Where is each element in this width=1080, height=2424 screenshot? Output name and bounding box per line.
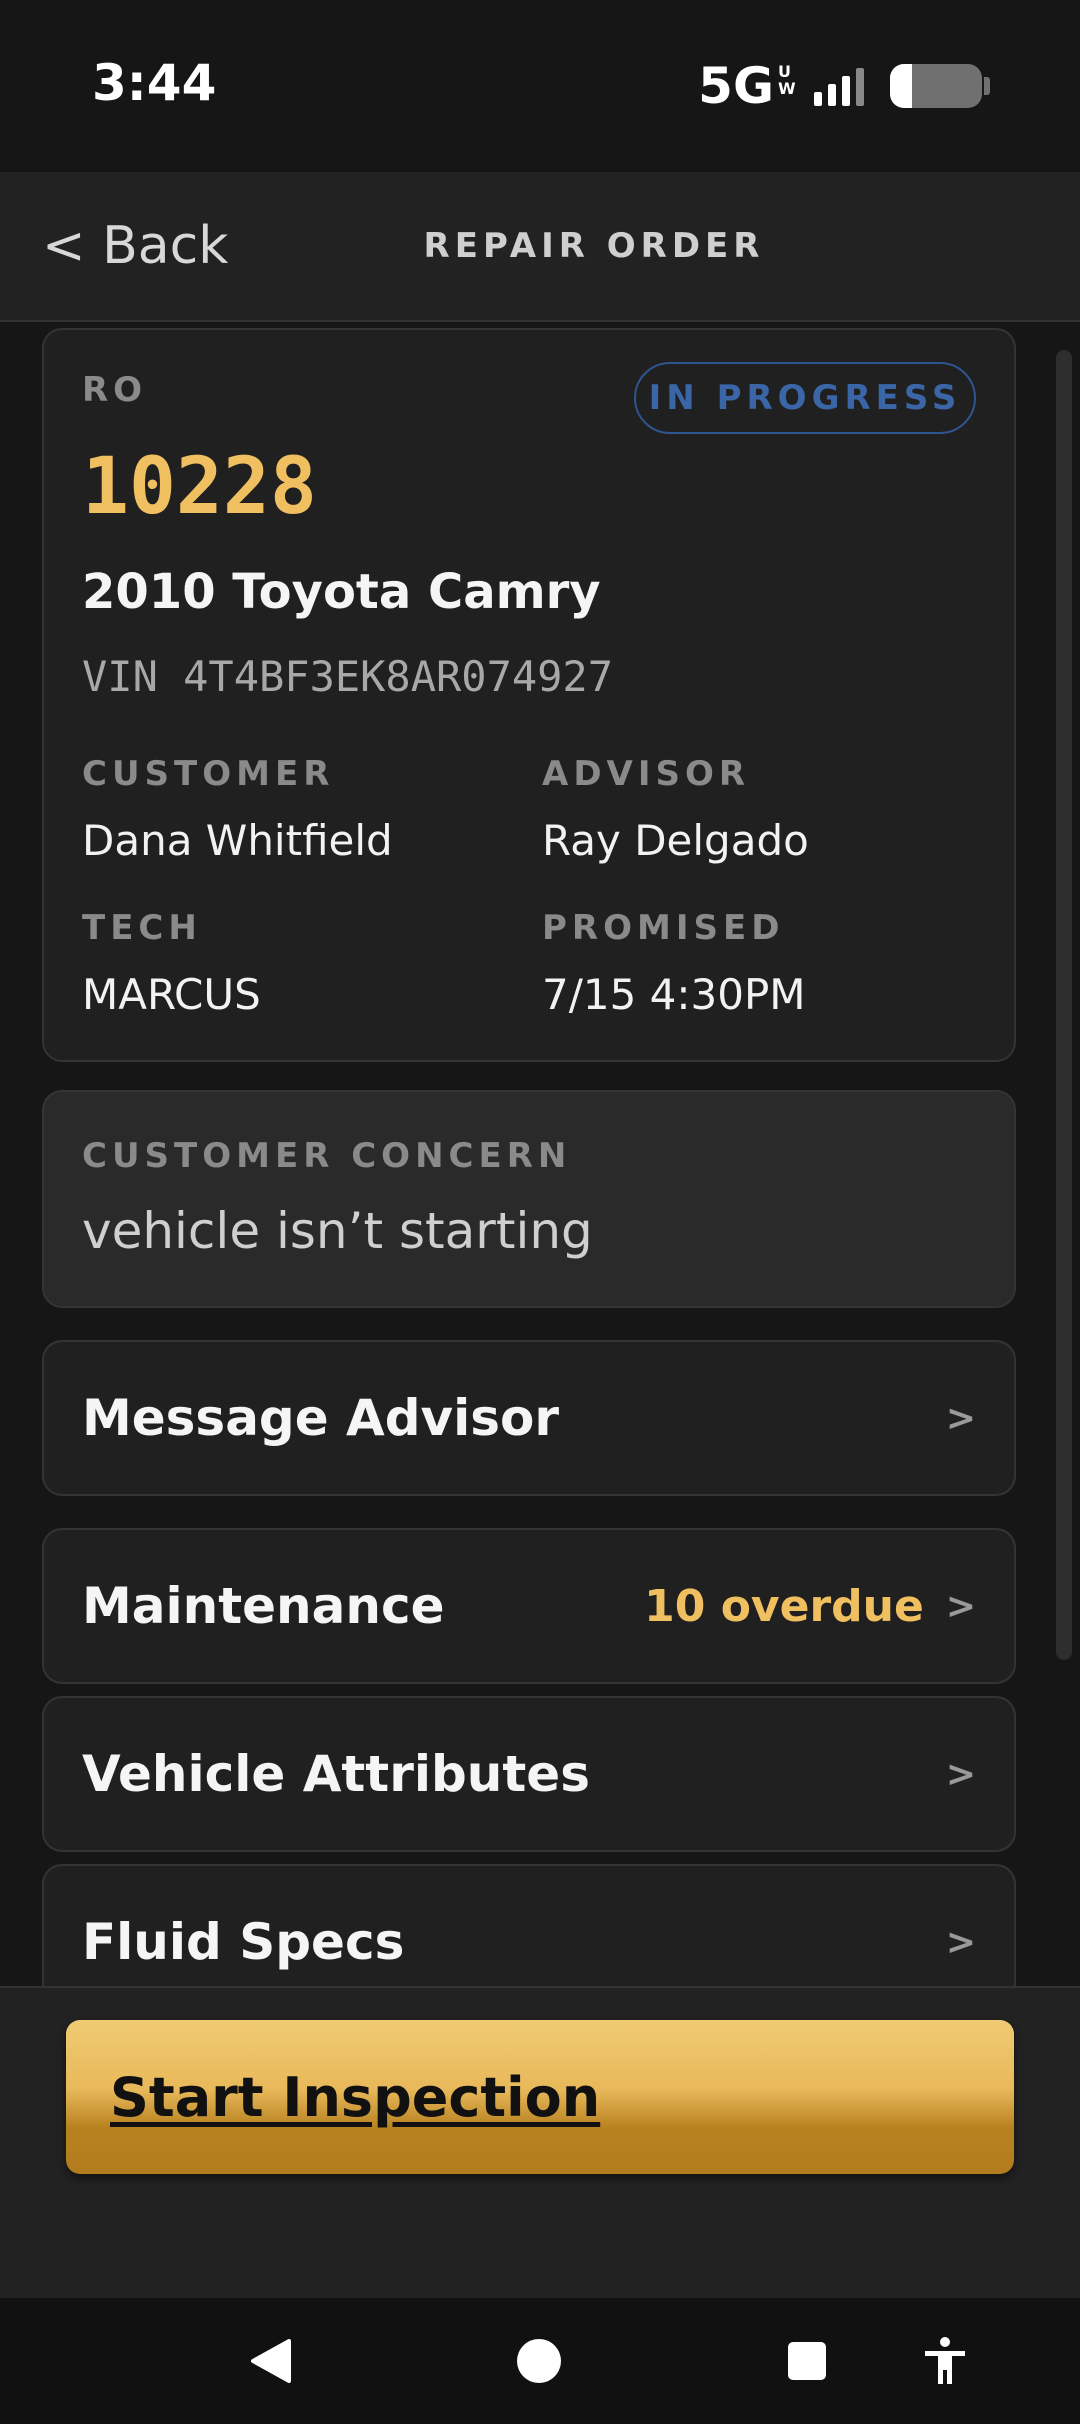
status-icons: 5G UW <box>698 57 990 115</box>
start-inspection-label: Start Inspection <box>110 2065 601 2129</box>
promised-field: PROMISED 7/15 4:30PM <box>542 908 806 1019</box>
chevron-right-icon: > <box>945 1397 976 1439</box>
status-bar: 3:44 5G UW <box>0 0 1080 172</box>
network-indicator: 5G UW <box>698 57 796 115</box>
customer-concern-card: CUSTOMER CONCERN vehicle isn’t starting <box>42 1090 1016 1308</box>
overdue-count: 10 overdue <box>644 1580 924 1632</box>
signal-icon <box>814 66 864 106</box>
message-advisor-row[interactable]: Message Advisor > <box>42 1340 1016 1496</box>
chevron-right-icon: > <box>945 1921 976 1963</box>
triangle-back-icon[interactable] <box>238 2328 304 2394</box>
circle-home-icon[interactable] <box>506 2328 572 2394</box>
ro-number: 10228 <box>82 442 317 532</box>
bottom-action-panel: Start Inspection <box>0 1986 1080 2298</box>
customer-label: CUSTOMER <box>82 754 335 794</box>
customer-field: CUSTOMER Dana Whitfield <box>82 754 393 865</box>
fluid-specs-row[interactable]: Fluid Specs > <box>42 1864 1016 1986</box>
customer-value: Dana Whitfield <box>82 816 393 865</box>
advisor-value: Ray Delgado <box>542 816 809 865</box>
content-scroll[interactable]: RO IN PROGRESS 10228 2010 Toyota Camry V… <box>0 322 1080 1986</box>
vehicle-name: 2010 Toyota Camry <box>82 564 601 620</box>
status-time: 3:44 <box>92 54 217 112</box>
chevron-right-icon: > <box>945 1753 976 1795</box>
row-title: Message Advisor <box>82 1389 560 1447</box>
advisor-field: ADVISOR Ray Delgado <box>542 754 809 865</box>
promised-label: PROMISED <box>542 908 785 948</box>
system-navigation-bar <box>0 2298 1080 2424</box>
row-title: Fluid Specs <box>82 1913 405 1971</box>
tech-value: MARCUS <box>82 970 261 1019</box>
status-badge: IN PROGRESS <box>634 362 976 434</box>
row-title: Vehicle Attributes <box>82 1745 590 1803</box>
page-title: REPAIR ORDER <box>423 226 765 266</box>
vehicle-attributes-row[interactable]: Vehicle Attributes > <box>42 1696 1016 1852</box>
accessibility-icon[interactable] <box>912 2328 978 2394</box>
network-sub: UW <box>778 62 796 98</box>
ro-label: RO <box>82 370 148 410</box>
header-bar: < Back REPAIR ORDER <box>0 172 1080 322</box>
concern-text: vehicle isn’t starting <box>82 1202 593 1260</box>
concern-label: CUSTOMER CONCERN <box>82 1136 572 1176</box>
promised-value: 7/15 4:30PM <box>542 970 806 1019</box>
vehicle-vin: VIN 4T4BF3EK8AR074927 <box>82 652 614 701</box>
tech-label: TECH <box>82 908 202 948</box>
advisor-label: ADVISOR <box>542 754 751 794</box>
row-title: Maintenance <box>82 1577 445 1635</box>
battery-icon <box>890 64 982 108</box>
repair-order-card: RO IN PROGRESS 10228 2010 Toyota Camry V… <box>42 328 1016 1062</box>
tech-field: TECH MARCUS <box>82 908 261 1019</box>
chevron-right-icon: > <box>945 1585 976 1627</box>
network-type: 5G <box>698 57 774 115</box>
start-inspection-button[interactable]: Start Inspection <box>66 2020 1014 2174</box>
scrollbar[interactable] <box>1056 350 1072 1660</box>
maintenance-row[interactable]: Maintenance 10 overdue > <box>42 1528 1016 1684</box>
square-recents-icon[interactable] <box>774 2328 840 2394</box>
battery-tip <box>984 77 990 95</box>
